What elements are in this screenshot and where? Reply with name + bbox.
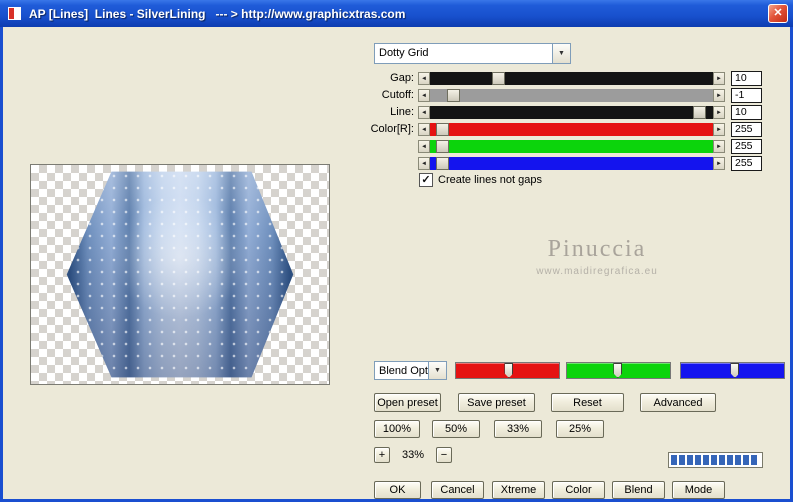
progress-segment xyxy=(695,455,701,465)
blend-options-dropdown[interactable]: Blend Opti ▼ xyxy=(374,361,447,380)
progress-segment xyxy=(703,455,709,465)
slider-left-arrow[interactable]: ◄ xyxy=(418,72,430,85)
slider-left-arrow[interactable]: ◄ xyxy=(418,89,430,102)
create-lines-checkbox-label: Create lines not gaps xyxy=(438,174,542,186)
chevron-down-icon[interactable]: ▼ xyxy=(552,44,570,63)
progress-bar xyxy=(668,452,763,468)
window-border-left xyxy=(0,27,3,502)
cutoff-slider-thumb[interactable] xyxy=(446,89,460,102)
progress-segment xyxy=(719,455,725,465)
color-red-slider-thumb[interactable] xyxy=(435,123,449,136)
preset-dropdown[interactable]: Dotty Grid ▼ xyxy=(374,43,571,64)
create-lines-checkbox-row: ✓ Create lines not gaps xyxy=(419,173,542,187)
gap-slider-row: Gap: ◄ ► 10 xyxy=(366,71,768,86)
gap-slider[interactable] xyxy=(430,72,713,85)
zoom-33-button[interactable]: 33% xyxy=(494,420,542,438)
xtreme-button[interactable]: Xtreme xyxy=(492,481,545,499)
line-slider[interactable] xyxy=(430,106,713,119)
progress-segment xyxy=(679,455,685,465)
create-lines-checkbox[interactable]: ✓ xyxy=(419,173,433,187)
gap-label: Gap: xyxy=(390,72,414,84)
cancel-button[interactable]: Cancel xyxy=(431,481,484,499)
zoom-out-button[interactable]: − xyxy=(436,447,452,463)
watermark-url: www.maidiregrafica.eu xyxy=(536,266,658,277)
mode-button[interactable]: Mode xyxy=(672,481,725,499)
red-trackbar-thumb[interactable] xyxy=(504,363,514,378)
close-button[interactable]: ✕ xyxy=(768,4,788,23)
slider-left-arrow[interactable]: ◄ xyxy=(418,140,430,153)
cutoff-slider[interactable] xyxy=(430,89,713,102)
slider-right-arrow[interactable]: ► xyxy=(713,140,725,153)
blue-trackbar[interactable] xyxy=(680,362,785,379)
titlebar: AP [Lines] Lines - SilverLining --- > ht… xyxy=(0,0,793,27)
save-preset-button[interactable]: Save preset xyxy=(458,393,535,412)
gap-slider-thumb[interactable] xyxy=(492,72,506,85)
slider-right-arrow[interactable]: ► xyxy=(713,72,725,85)
green-trackbar[interactable] xyxy=(566,362,671,379)
line-slider-thumb[interactable] xyxy=(693,106,707,119)
gap-value-field[interactable]: 10 xyxy=(731,71,762,86)
red-trackbar[interactable] xyxy=(455,362,560,379)
slider-right-arrow[interactable]: ► xyxy=(713,123,725,136)
app-icon xyxy=(8,7,21,20)
open-preset-button[interactable]: Open preset xyxy=(374,393,441,412)
line-value-field[interactable]: 10 xyxy=(731,105,762,120)
color-blue-slider-row: ◄ ► 255 xyxy=(366,156,768,171)
line-label: Line: xyxy=(390,106,414,118)
color-green-value-field[interactable]: 255 xyxy=(731,139,762,154)
progress-segment xyxy=(687,455,693,465)
zoom-100-button[interactable]: 100% xyxy=(374,420,420,438)
zoom-25-button[interactable]: 25% xyxy=(556,420,604,438)
progress-segment xyxy=(727,455,733,465)
progress-segment xyxy=(743,455,749,465)
preview-dot-grid xyxy=(66,171,294,378)
blend-button[interactable]: Blend xyxy=(612,481,665,499)
color-blue-slider[interactable] xyxy=(430,157,713,170)
color-blue-value-field[interactable]: 255 xyxy=(731,156,762,171)
progress-segment xyxy=(735,455,741,465)
cutoff-slider-row: Cutoff: ◄ ► -1 xyxy=(366,88,768,103)
slider-left-arrow[interactable]: ◄ xyxy=(418,123,430,136)
preview-hexagon-shape xyxy=(66,171,294,378)
preview-canvas[interactable] xyxy=(30,164,330,385)
watermark: Pinuccia www.maidiregrafica.eu xyxy=(477,236,717,277)
advanced-button[interactable]: Advanced xyxy=(640,393,716,412)
watermark-name: Pinuccia xyxy=(547,236,647,262)
color-red-label: Color[R]: xyxy=(370,123,414,135)
color-green-slider[interactable] xyxy=(430,140,713,153)
slider-right-arrow[interactable]: ► xyxy=(713,157,725,170)
chevron-down-icon[interactable]: ▼ xyxy=(428,362,446,379)
progress-segment xyxy=(711,455,717,465)
slider-left-arrow[interactable]: ◄ xyxy=(418,157,430,170)
color-button[interactable]: Color xyxy=(552,481,605,499)
zoom-50-button[interactable]: 50% xyxy=(432,420,480,438)
color-green-slider-thumb[interactable] xyxy=(435,140,449,153)
color-blue-slider-thumb[interactable] xyxy=(435,157,449,170)
reset-button[interactable]: Reset xyxy=(551,393,624,412)
progress-segment xyxy=(671,455,677,465)
zoom-level-value: 33% xyxy=(401,449,425,461)
slider-left-arrow[interactable]: ◄ xyxy=(418,106,430,119)
window-title: AP [Lines] Lines - SilverLining --- > ht… xyxy=(29,6,406,21)
slider-right-arrow[interactable]: ► xyxy=(713,89,725,102)
preset-dropdown-value: Dotty Grid xyxy=(379,47,429,59)
progress-segment xyxy=(751,455,757,465)
color-green-slider-row: ◄ ► 255 xyxy=(366,139,768,154)
plugin-window: AP [Lines] Lines - SilverLining --- > ht… xyxy=(0,0,793,502)
blue-trackbar-thumb[interactable] xyxy=(730,363,740,378)
slider-right-arrow[interactable]: ► xyxy=(713,106,725,119)
green-trackbar-thumb[interactable] xyxy=(613,363,623,378)
cutoff-value-field[interactable]: -1 xyxy=(731,88,762,103)
ok-button[interactable]: OK xyxy=(374,481,421,499)
color-red-slider[interactable] xyxy=(430,123,713,136)
color-red-slider-row: Color[R]: ◄ ► 255 xyxy=(366,122,768,137)
color-red-value-field[interactable]: 255 xyxy=(731,122,762,137)
cutoff-label: Cutoff: xyxy=(381,89,414,101)
blend-options-value: Blend Opti xyxy=(379,365,428,377)
zoom-in-button[interactable]: + xyxy=(374,447,390,463)
line-slider-row: Line: ◄ ► 10 xyxy=(366,105,768,120)
